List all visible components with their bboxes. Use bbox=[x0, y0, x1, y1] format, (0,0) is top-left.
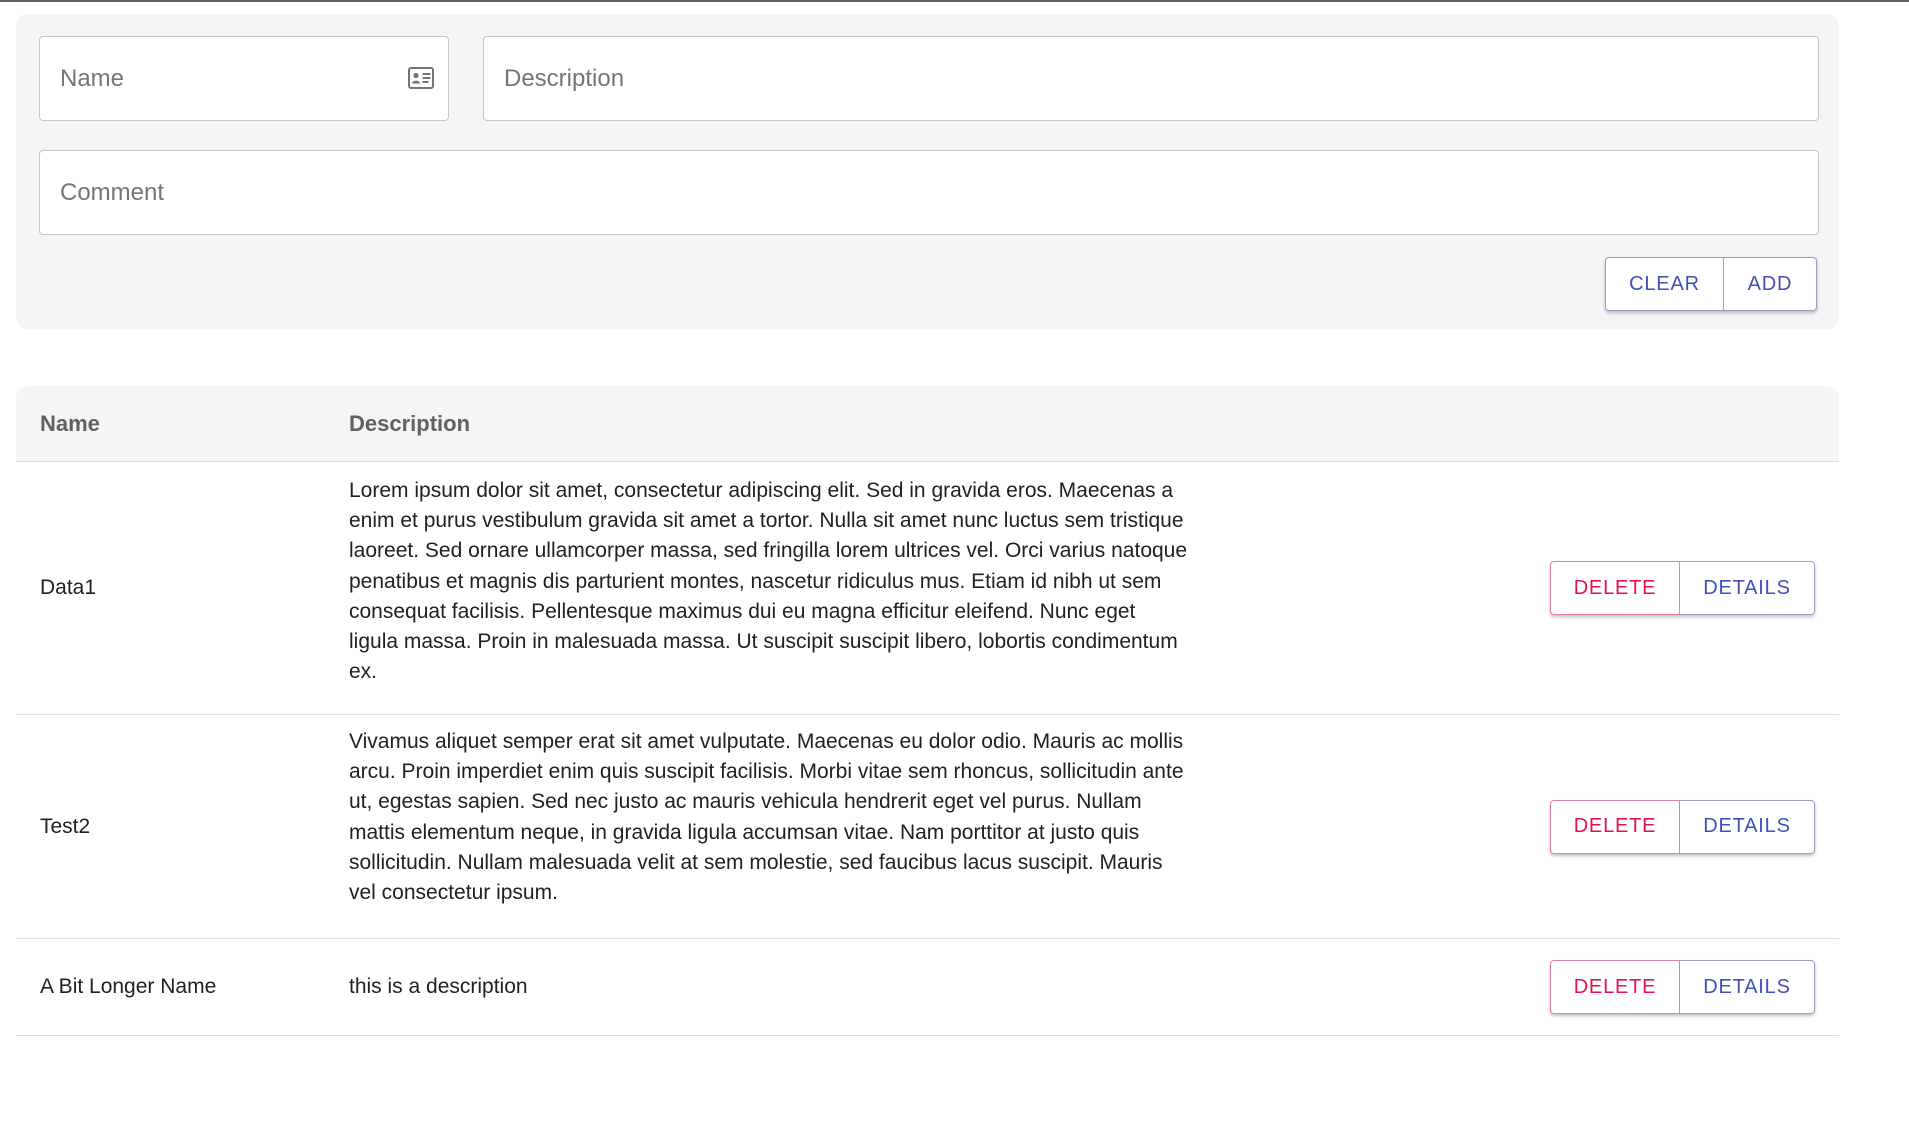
row-action-buttons: DELETE DETAILS bbox=[1550, 561, 1815, 615]
add-button[interactable]: ADD bbox=[1723, 257, 1817, 311]
details-button[interactable]: DETAILS bbox=[1679, 960, 1815, 1014]
table-row: A Bit Longer Name this is a description … bbox=[16, 939, 1839, 1036]
form-action-buttons: CLEAR ADD bbox=[1605, 257, 1817, 311]
details-button[interactable]: DETAILS bbox=[1679, 799, 1815, 854]
contact-card-icon bbox=[408, 67, 434, 89]
clear-button[interactable]: CLEAR bbox=[1605, 257, 1723, 311]
delete-button[interactable]: DELETE bbox=[1550, 799, 1679, 854]
description-field[interactable] bbox=[483, 36, 1819, 121]
row-name: A Bit Longer Name bbox=[40, 975, 217, 998]
row-action-buttons: DELETE DETAILS bbox=[1550, 960, 1815, 1014]
comment-input[interactable] bbox=[40, 151, 1818, 234]
table-row: Data1 Lorem ipsum dolor sit amet, consec… bbox=[16, 462, 1839, 715]
top-divider bbox=[0, 0, 1909, 2]
row-name: Data1 bbox=[40, 576, 97, 599]
row-description: Lorem ipsum dolor sit amet, consectetur … bbox=[349, 479, 1188, 684]
row-name: Test2 bbox=[40, 814, 91, 838]
column-header-description: Description bbox=[349, 411, 471, 436]
name-input[interactable] bbox=[40, 37, 448, 120]
delete-button[interactable]: DELETE bbox=[1550, 960, 1679, 1014]
row-description: this is a description bbox=[349, 974, 528, 998]
table-header: Name Description bbox=[16, 386, 1839, 462]
table-row: Test2 Vivamus aliquet semper erat sit am… bbox=[16, 715, 1839, 939]
delete-button[interactable]: DELETE bbox=[1550, 561, 1679, 615]
row-action-buttons: DELETE DETAILS bbox=[1550, 799, 1815, 854]
description-input[interactable] bbox=[484, 37, 1818, 120]
details-button[interactable]: DETAILS bbox=[1679, 561, 1815, 615]
comment-field[interactable] bbox=[39, 150, 1819, 235]
row-description: Vivamus aliquet semper erat sit amet vul… bbox=[349, 730, 1184, 905]
entry-form-card: CLEAR ADD bbox=[16, 14, 1839, 329]
column-header-name: Name bbox=[40, 411, 100, 436]
data-table: Name Description Data1 Lorem ipsum dolor… bbox=[16, 386, 1839, 1036]
name-field[interactable] bbox=[39, 36, 449, 121]
